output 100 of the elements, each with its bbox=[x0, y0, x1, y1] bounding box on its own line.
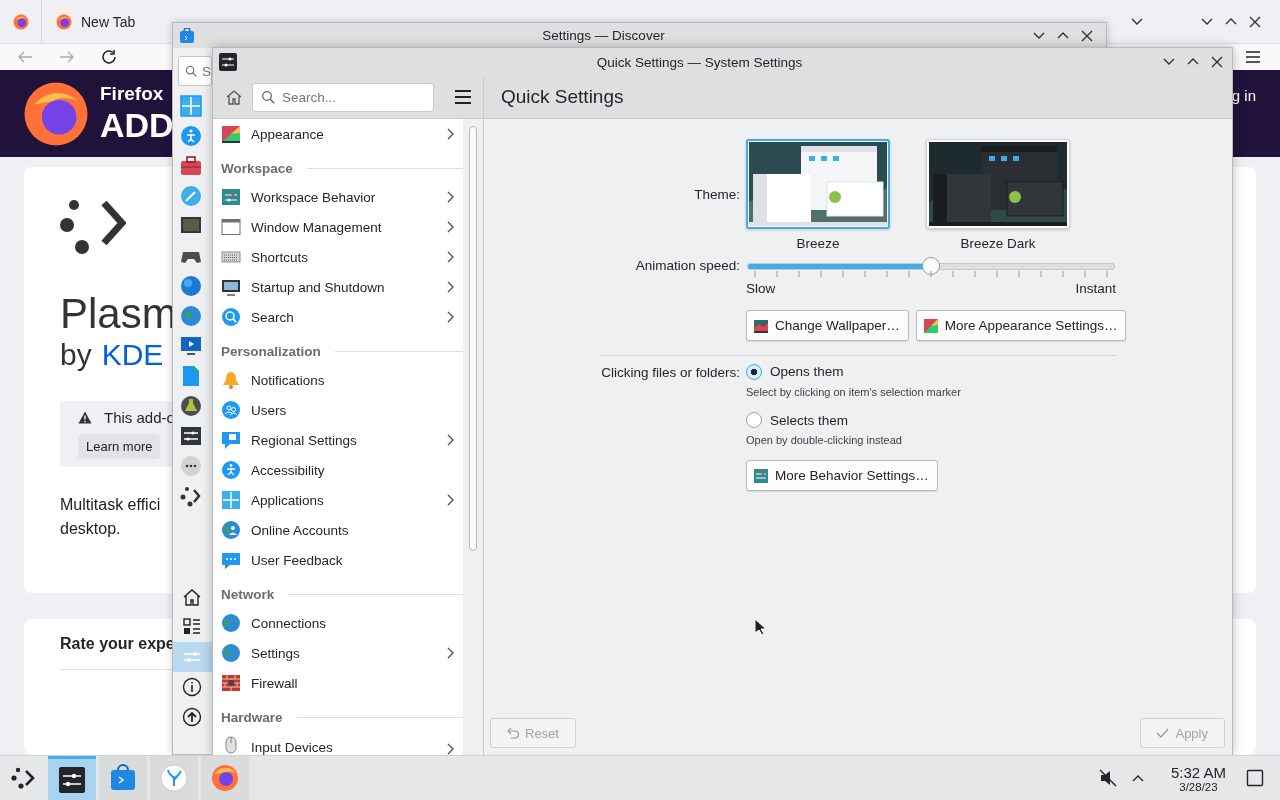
sphere-icon bbox=[179, 274, 203, 298]
sidebar-item[interactable]: Search bbox=[213, 302, 463, 332]
search-icon bbox=[221, 307, 241, 327]
sidebar-item[interactable]: Window Management bbox=[213, 212, 463, 242]
checkmark-icon bbox=[1155, 726, 1170, 740]
sidebar-item[interactable]: Firewall bbox=[213, 668, 463, 698]
more-icon bbox=[179, 454, 203, 478]
sliders-icon bbox=[179, 424, 203, 448]
browser-tab[interactable]: New Tab bbox=[42, 0, 172, 44]
action-button[interactable]: Change Wallpaper… bbox=[746, 310, 909, 341]
sidebar-item[interactable]: Notifications bbox=[213, 365, 463, 395]
radio-option[interactable]: Opens them bbox=[746, 363, 844, 380]
sidebar-item[interactable]: Connections bbox=[213, 608, 463, 638]
slider-handle[interactable] bbox=[922, 257, 940, 275]
close-icon[interactable] bbox=[1210, 55, 1224, 69]
reload-icon[interactable] bbox=[100, 48, 118, 67]
learn-more-button[interactable]: Learn more bbox=[78, 434, 161, 459]
field-label: Animation speed: bbox=[635, 258, 740, 273]
radio-button[interactable] bbox=[746, 363, 762, 380]
sliders-icon bbox=[221, 187, 241, 207]
upload-icon bbox=[182, 707, 202, 727]
page-title: Quick Settings bbox=[500, 85, 624, 109]
slider-min-label: Slow bbox=[746, 281, 776, 296]
mouse-pointer-icon bbox=[754, 618, 766, 636]
dots-arrow-logo bbox=[60, 197, 126, 257]
theme-name: Breeze bbox=[796, 236, 840, 251]
dots-arrow-icon bbox=[179, 484, 203, 508]
field-label: Clicking files or folders: bbox=[601, 365, 740, 380]
field-label: Theme: bbox=[694, 187, 740, 202]
color-swatch-icon bbox=[221, 124, 241, 144]
sliders-icon bbox=[58, 765, 86, 794]
window-icon bbox=[221, 217, 241, 237]
theme-name: Breeze Dark bbox=[960, 236, 1036, 251]
undo-icon bbox=[505, 726, 519, 740]
sidebar-item[interactable]: Appearance bbox=[213, 119, 463, 149]
sidebar-item[interactable]: Online Accounts bbox=[213, 515, 463, 545]
globe-icon bbox=[221, 613, 241, 633]
pencil-icon bbox=[179, 184, 203, 208]
clock-time[interactable]: 5:32 AM bbox=[1170, 763, 1226, 781]
toolbox-icon bbox=[179, 154, 203, 178]
brick-wall-icon bbox=[221, 673, 241, 693]
site-title: ADD bbox=[100, 104, 174, 145]
close-icon[interactable] bbox=[1248, 14, 1262, 29]
author-prefix: by bbox=[60, 337, 92, 373]
search-field[interactable]: Search... bbox=[252, 82, 434, 112]
fox-globe-icon bbox=[211, 764, 239, 792]
window-title: Settings — Discover bbox=[541, 28, 666, 43]
info-icon bbox=[182, 677, 202, 697]
author-link[interactable]: KDE bbox=[101, 337, 164, 373]
text-field[interactable]: S bbox=[178, 56, 212, 86]
monitor-icon bbox=[221, 277, 241, 297]
task-button[interactable] bbox=[201, 756, 249, 800]
menu-icon[interactable] bbox=[454, 88, 472, 106]
show-desktop-icon[interactable] bbox=[1246, 769, 1264, 787]
option-hint: Select by clicking on item's selection marker bbox=[746, 386, 961, 398]
section-heading: Personalization bbox=[221, 344, 321, 359]
sidebar-item[interactable]: Settings bbox=[213, 638, 463, 668]
sidebar-item[interactable]: Startup and Shutdown bbox=[213, 272, 463, 302]
task-button[interactable] bbox=[48, 756, 96, 800]
speech-bubble-icon bbox=[221, 430, 241, 450]
launcher-icon[interactable] bbox=[10, 766, 36, 790]
section-heading: Workspace bbox=[221, 161, 293, 176]
globe-icon bbox=[179, 304, 203, 328]
browser-logo bbox=[24, 81, 88, 146]
window-title: Quick Settings — System Settings bbox=[595, 54, 804, 70]
sidebar-item[interactable]: Regional Settings bbox=[213, 425, 463, 455]
flask-icon bbox=[179, 394, 203, 418]
bag-icon bbox=[179, 27, 195, 44]
sliders-icon bbox=[219, 53, 237, 71]
browser-logo bbox=[56, 13, 72, 30]
addon-description: Multitask effici desktop. bbox=[60, 495, 161, 539]
option-hint: Open by double-clicking instead bbox=[746, 434, 902, 446]
home-icon bbox=[182, 587, 202, 607]
grid-icon bbox=[179, 94, 203, 118]
radio-option[interactable]: Selects them bbox=[746, 412, 849, 428]
scrollbar[interactable] bbox=[469, 126, 477, 551]
sidebar-item[interactable]: Input Devices bbox=[213, 731, 463, 755]
sidebar-item[interactable]: Workspace Behavior bbox=[213, 182, 463, 212]
globe-icon bbox=[221, 643, 241, 663]
sidebar-item[interactable]: Accessibility bbox=[213, 455, 463, 485]
list-icon bbox=[182, 617, 202, 637]
action-button[interactable]: More Behavior Settings… bbox=[746, 460, 938, 491]
section-heading: Hardware bbox=[221, 710, 283, 725]
media-screen-icon bbox=[179, 334, 203, 358]
muted-speaker-icon[interactable] bbox=[1098, 769, 1117, 787]
chat-icon bbox=[221, 550, 241, 570]
grid-icon bbox=[221, 490, 241, 510]
sidebar-item[interactable]: Applications bbox=[213, 485, 463, 515]
sidebar-item[interactable]: Users bbox=[213, 395, 463, 425]
globe-person-icon bbox=[221, 520, 241, 540]
clock-date[interactable]: 3/28/23 bbox=[1179, 780, 1218, 793]
radio-button[interactable] bbox=[746, 412, 762, 428]
sidebar-item[interactable]: Shortcuts bbox=[213, 242, 463, 272]
addon-name: Plasm bbox=[60, 291, 177, 337]
bell-icon bbox=[221, 370, 241, 390]
section-heading: Network bbox=[221, 587, 275, 602]
users-icon bbox=[221, 400, 241, 420]
action-button[interactable]: More Appearance Settings… bbox=[915, 310, 1127, 341]
close-icon[interactable] bbox=[1080, 28, 1094, 43]
sidebar-item[interactable]: User Feedback bbox=[213, 545, 463, 575]
